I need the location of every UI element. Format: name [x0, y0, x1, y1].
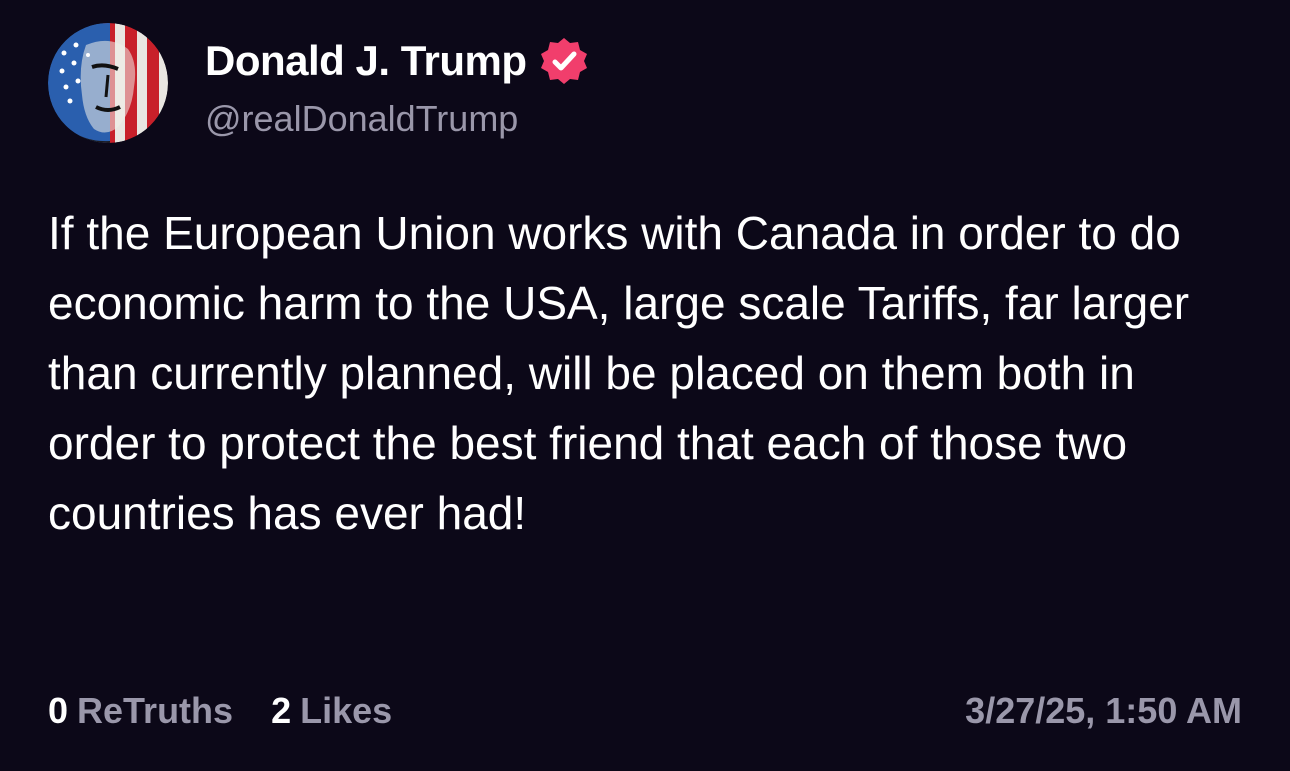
- post-footer: 0 ReTruths 2 Likes 3/27/25, 1:50 AM: [48, 688, 1242, 734]
- retruths-label: ReTruths: [77, 690, 234, 731]
- post-timestamp[interactable]: 3/27/25, 1:50 AM: [965, 690, 1242, 732]
- author-handle[interactable]: @realDonaldTrump: [205, 98, 518, 140]
- author-display-name[interactable]: Donald J. Trump: [205, 37, 527, 85]
- flag-portrait-avatar-icon: [48, 23, 168, 143]
- post-body-text: If the European Union works with Canada …: [48, 207, 1190, 539]
- retruths-count: 0: [48, 690, 69, 731]
- truth-post: Donald J. Trump @realDonaldTrump If the …: [0, 0, 1290, 771]
- likes-count: 2: [271, 690, 292, 731]
- verified-badge-icon: [540, 38, 587, 84]
- likes-label: Likes: [300, 690, 393, 731]
- author-avatar[interactable]: [48, 23, 168, 143]
- author-name-row: Donald J. Trump: [205, 36, 589, 86]
- retruths-stat[interactable]: 0 ReTruths: [48, 690, 233, 732]
- likes-stat[interactable]: 2 Likes: [271, 690, 392, 732]
